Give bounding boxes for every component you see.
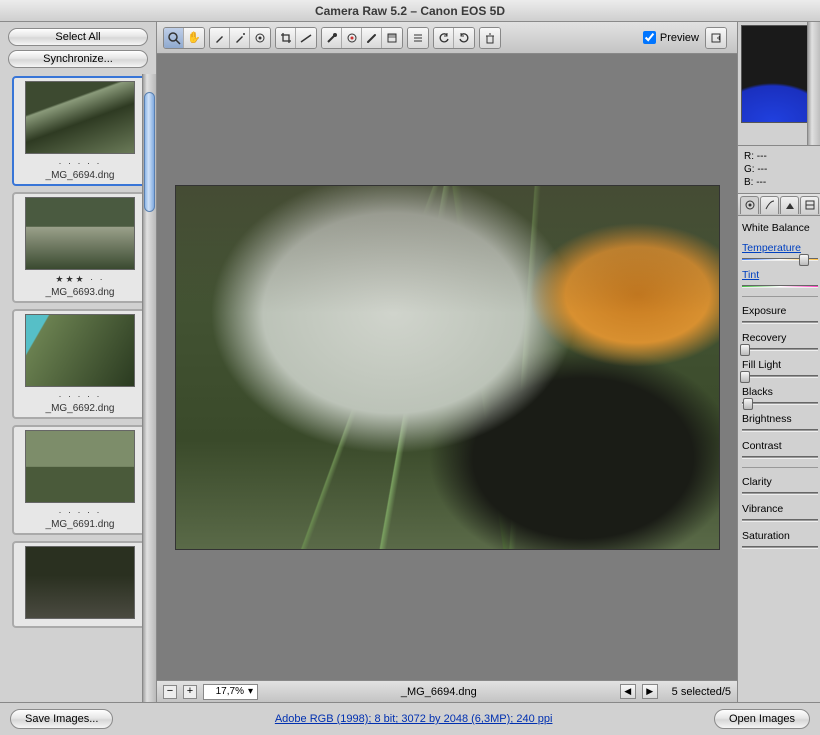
tab-detail-icon[interactable]	[780, 196, 799, 214]
contrast-label: Contrast	[742, 440, 818, 452]
thumbnail-label: _MG_6692.dng	[17, 403, 143, 414]
brightness-label: Brightness	[742, 413, 818, 425]
saturation-slider[interactable]	[742, 546, 818, 549]
open-images-button[interactable]: Open Images	[714, 709, 810, 729]
spot-removal-icon[interactable]	[322, 28, 342, 48]
thumbnail-item[interactable]: · · · · · _MG_6694.dng	[12, 76, 148, 186]
filmstrip-scrollbar[interactable]	[142, 74, 156, 702]
temperature-slider[interactable]	[742, 258, 818, 261]
thumbnail-item[interactable]: · · · · · _MG_6691.dng	[12, 425, 148, 535]
saturation-label: Saturation	[742, 530, 818, 542]
rating-stars[interactable]: ★★★ · ·	[17, 274, 143, 285]
prev-image-button[interactable]: ◀	[620, 684, 636, 699]
color-sampler-icon[interactable]	[230, 28, 250, 48]
clarity-label: Clarity	[742, 476, 818, 488]
window-title: Camera Raw 5.2 – Canon EOS 5D	[0, 0, 820, 22]
rgb-readout: R: --- G: --- B: ---	[738, 146, 820, 194]
blacks-slider[interactable]	[742, 402, 818, 405]
redeye-tool-icon[interactable]	[342, 28, 362, 48]
filllight-slider[interactable]	[742, 375, 818, 378]
vibrance-slider[interactable]	[742, 519, 818, 522]
temperature-label[interactable]: Temperature	[742, 242, 818, 254]
graduated-filter-icon[interactable]	[382, 28, 402, 48]
tab-basic-icon[interactable]	[740, 196, 759, 214]
recovery-slider[interactable]	[742, 348, 818, 351]
brightness-slider[interactable]	[742, 429, 818, 432]
thumbnail-item[interactable]: ★★★ · · _MG_6693.dng	[12, 192, 148, 303]
rating-dots[interactable]: · · · · ·	[17, 507, 143, 517]
select-all-button[interactable]: Select All	[8, 28, 148, 46]
zoom-in-button[interactable]: +	[183, 685, 197, 699]
workflow-options-link[interactable]: Adobe RGB (1998); 8 bit; 3072 by 2048 (6…	[123, 713, 704, 725]
panel-scrollbar[interactable]	[807, 22, 820, 145]
footer-bar: Save Images... Adobe RGB (1998); 8 bit; …	[0, 702, 820, 735]
image-canvas[interactable]	[157, 54, 737, 680]
rating-dots[interactable]: · · · · ·	[17, 158, 143, 168]
clarity-slider[interactable]	[742, 492, 818, 495]
vibrance-label: Vibrance	[742, 503, 818, 515]
thumbnail-image	[25, 430, 135, 503]
crop-tool-icon[interactable]	[276, 28, 296, 48]
save-images-button[interactable]: Save Images...	[10, 709, 113, 729]
zoom-level-field[interactable]: 17,7%▾	[203, 684, 258, 700]
tab-curve-icon[interactable]	[760, 196, 779, 214]
tint-label[interactable]: Tint	[742, 269, 818, 281]
zoom-out-button[interactable]: −	[163, 685, 177, 699]
rotate-ccw-icon[interactable]	[434, 28, 454, 48]
current-filename: _MG_6694.dng	[264, 686, 614, 698]
preview-label: Preview	[660, 32, 699, 44]
panel-tab-strip	[738, 194, 820, 216]
main-image-preview	[175, 185, 720, 550]
thumbnail-item[interactable]	[12, 541, 148, 628]
tint-slider[interactable]	[742, 285, 818, 288]
preview-checkbox-input[interactable]	[643, 31, 656, 44]
preferences-icon[interactable]	[408, 28, 428, 48]
next-image-button[interactable]: ▶	[642, 684, 658, 699]
tab-hsl-icon[interactable]	[800, 196, 819, 214]
filllight-label: Fill Light	[742, 359, 818, 371]
trash-icon[interactable]	[480, 28, 500, 48]
adjustment-brush-icon[interactable]	[362, 28, 382, 48]
thumbnail-image	[25, 81, 135, 154]
target-adjust-icon[interactable]	[250, 28, 270, 48]
status-bar: − + 17,7%▾ _MG_6694.dng ◀ ▶ 5 selected/5	[157, 680, 737, 702]
exposure-slider[interactable]	[742, 321, 818, 324]
synchronize-button[interactable]: Synchronize...	[8, 50, 148, 68]
exposure-label: Exposure	[742, 305, 818, 317]
thumbnail-label: _MG_6693.dng	[17, 287, 143, 298]
contrast-slider[interactable]	[742, 456, 818, 459]
blacks-label: Blacks	[742, 386, 818, 398]
thumbnail-item[interactable]: · · · · · _MG_6692.dng	[12, 309, 148, 419]
adjustments-panel: R: --- G: --- B: --- White Balance Tempe…	[738, 22, 820, 702]
thumbnail-image	[25, 197, 135, 270]
selection-count: 5 selected/5	[672, 686, 731, 698]
wb-eyedropper-icon[interactable]	[210, 28, 230, 48]
straighten-tool-icon[interactable]	[296, 28, 316, 48]
main-toolbar: ✋	[157, 22, 737, 54]
fullscreen-toggle-icon[interactable]	[706, 28, 726, 48]
preview-checkbox[interactable]: Preview	[643, 31, 699, 44]
thumbnail-image	[25, 546, 135, 619]
recovery-label: Recovery	[742, 332, 818, 344]
filmstrip-panel: Select All Synchronize... · · · · · _MG_…	[0, 22, 157, 702]
thumbnail-label: _MG_6694.dng	[17, 170, 143, 181]
white-balance-label: White Balance	[742, 222, 818, 234]
rating-dots[interactable]: · · · · ·	[17, 391, 143, 401]
hand-tool-icon[interactable]: ✋	[184, 28, 204, 48]
thumbnail-image	[25, 314, 135, 387]
zoom-tool-icon[interactable]	[164, 28, 184, 48]
rotate-cw-icon[interactable]	[454, 28, 474, 48]
thumbnail-label: _MG_6691.dng	[17, 519, 143, 530]
